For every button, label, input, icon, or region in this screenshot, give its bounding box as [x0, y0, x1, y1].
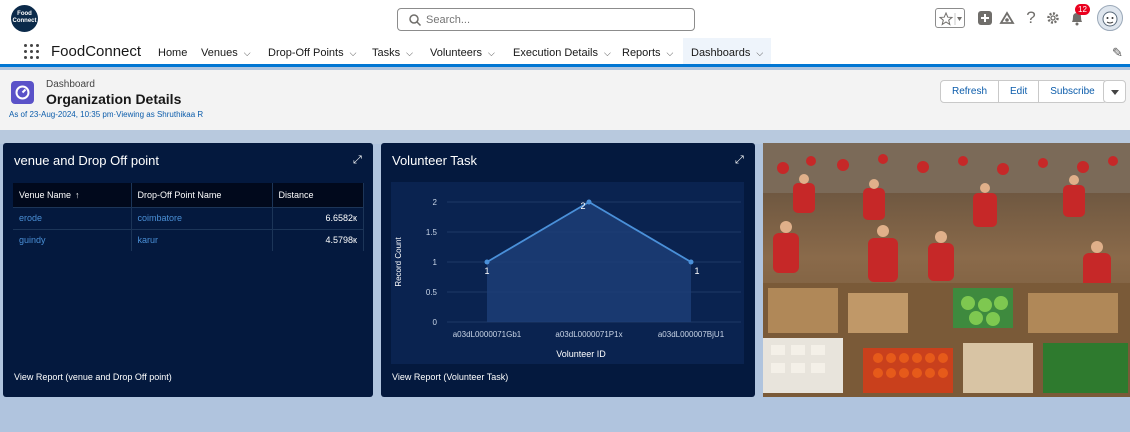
star-icon — [939, 12, 962, 26]
distance-value: 6.6582к — [272, 206, 364, 229]
avatar[interactable] — [1097, 5, 1123, 31]
data-point — [586, 199, 592, 205]
nav-item-label: Dashboards — [691, 47, 751, 59]
app-launcher-icon[interactable] — [24, 44, 40, 60]
nav-item-label: Execution Details — [513, 47, 598, 59]
refresh-button[interactable]: Refresh — [940, 80, 1000, 103]
chevron-down-icon[interactable]: ⌵ — [488, 48, 495, 59]
search-icon — [409, 14, 422, 27]
y-tick-label: 0 — [433, 318, 438, 327]
trailhead-icon[interactable] — [997, 8, 1017, 28]
y-tick-label: 1 — [433, 258, 438, 267]
nav-item-label: Drop-Off Points — [268, 47, 344, 59]
dashboard-meta: As of 23-Aug-2024, 10:35 pm·Viewing as S… — [9, 110, 204, 119]
x-tick-label: a03dL000007BjU1 — [658, 330, 725, 339]
chevron-down-icon[interactable]: ⌵ — [667, 48, 674, 59]
edit-button[interactable]: Edit — [998, 80, 1040, 103]
y-tick-label: 1.5 — [426, 228, 438, 237]
volunteer-task-widget: Volunteer Task ⤢ 0 0.5 1 1.5 2 1 a03dL0000071G… — [381, 143, 755, 397]
food-market-image — [763, 143, 1130, 397]
app-name: FoodConnect — [51, 43, 142, 60]
settings-icon[interactable] — [1043, 8, 1063, 28]
expand-icon[interactable]: ⤢ — [735, 154, 744, 167]
nav-item-label: Home — [158, 47, 188, 59]
nav-item-label: Reports — [622, 47, 661, 59]
data-label: 1 — [484, 266, 489, 276]
page-title: Organization Details — [46, 91, 182, 107]
dashboard-header: Dashboard Organization Details As of 23-… — [0, 70, 1130, 130]
chevron-down-icon[interactable]: ⌵ — [604, 48, 611, 59]
chevron-down-icon[interactable]: ⌵ — [244, 48, 251, 59]
y-axis-title: Record Count — [394, 237, 403, 287]
global-header: Food Connect ? 12 — [0, 0, 1130, 38]
more-actions-button[interactable] — [1103, 80, 1126, 103]
favorites-button[interactable] — [935, 8, 965, 28]
search-input[interactable] — [426, 12, 676, 28]
nav-item-home[interactable]: Home — [158, 47, 187, 59]
distance-value: 4.5798к — [272, 228, 364, 251]
data-label: 2 — [580, 201, 585, 211]
venue-table: Venue Name ↑ Drop-Off Point Name Distance… — [13, 183, 364, 251]
view-report-link[interactable]: View Report (venue and Drop Off point) — [14, 372, 172, 382]
venue-dropoff-widget: venue and Drop Off point ⤢ Venue Name ↑ D… — [3, 143, 373, 397]
nav-item-drop-off-points[interactable]: Drop-Off Points ⌵ — [268, 47, 356, 59]
line-chart: 0 0.5 1 1.5 2 1 a03dL0000071Gb1 2 a03dL0000071P1… — [394, 198, 741, 359]
dashboard-icon — [11, 81, 34, 104]
table-header[interactable]: Distance — [272, 183, 364, 207]
nav-item-label: Venues — [201, 47, 238, 59]
x-axis-title: Volunteer ID — [556, 349, 606, 359]
edit-nav-icon[interactable]: ✎ — [1112, 45, 1123, 61]
help-icon[interactable]: ? — [1021, 8, 1041, 28]
series-area — [487, 202, 691, 322]
table-header[interactable]: Drop-Off Point Name — [131, 183, 273, 207]
dashboard-band — [0, 130, 1130, 144]
data-point — [688, 259, 694, 265]
x-tick-label: a03dL0000071P1x — [555, 330, 622, 339]
data-point — [484, 259, 490, 265]
widget-title: venue and Drop Off point — [14, 153, 160, 168]
app-navigation-bar: FoodConnect Home Venues ⌵ Drop-Off Points… — [0, 38, 1130, 67]
object-label: Dashboard — [46, 79, 95, 90]
nav-item-tasks[interactable]: Tasks ⌵ — [372, 47, 413, 59]
chevron-down-icon[interactable]: ⌵ — [350, 48, 357, 59]
table-header[interactable]: Venue Name ↑ — [13, 183, 132, 207]
venue-link[interactable]: guindy — [13, 228, 132, 251]
logo-text: Food Connect — [12, 11, 37, 24]
app-logo[interactable]: Food Connect — [11, 5, 38, 32]
chevron-down-icon[interactable]: ⌵ — [756, 48, 763, 59]
expand-icon[interactable]: ⤢ — [353, 154, 362, 167]
widget-title: Volunteer Task — [392, 153, 478, 168]
dropoff-link[interactable]: karur — [131, 228, 273, 251]
view-report-link[interactable]: View Report (Volunteer Task) — [392, 372, 508, 382]
table-row: guindy karur 4.5798к — [13, 228, 364, 251]
nav-item-label: Tasks — [372, 47, 401, 59]
notification-badge: 12 — [1075, 4, 1090, 15]
chevron-down-icon[interactable]: ⌵ — [406, 48, 413, 59]
subscribe-button[interactable]: Subscribe — [1038, 80, 1107, 103]
nav-item-volunteers[interactable]: Volunteers ⌵ — [430, 47, 495, 59]
global-search[interactable] — [397, 8, 695, 31]
data-label: 1 — [694, 266, 699, 276]
nav-item-dashboards[interactable]: Dashboards ⌵ — [683, 38, 772, 67]
nav-item-reports[interactable]: Reports ⌵ — [622, 47, 673, 59]
sort-arrow-icon[interactable]: ↑ — [75, 190, 80, 200]
chevron-down-icon — [957, 17, 962, 21]
y-tick-label: 2 — [433, 198, 438, 207]
nav-item-execution-details[interactable]: Execution Details ⌵ — [513, 47, 611, 59]
dashboard-actions: Refresh Edit Subscribe — [940, 80, 1107, 103]
table-row: erode coimbatore 6.6582к — [13, 206, 364, 229]
add-icon[interactable] — [975, 8, 995, 28]
y-tick-label: 0.5 — [426, 288, 438, 297]
venue-link[interactable]: erode — [13, 206, 132, 229]
x-tick-label: a03dL0000071Gb1 — [453, 330, 522, 339]
nav-item-label: Volunteers — [430, 47, 482, 59]
nav-item-venues[interactable]: Venues ⌵ — [201, 47, 251, 59]
chart-area: 0 0.5 1 1.5 2 1 a03dL0000071Gb1 2 a03dL0000071P1… — [391, 182, 744, 364]
dropoff-link[interactable]: coimbatore — [131, 206, 273, 229]
